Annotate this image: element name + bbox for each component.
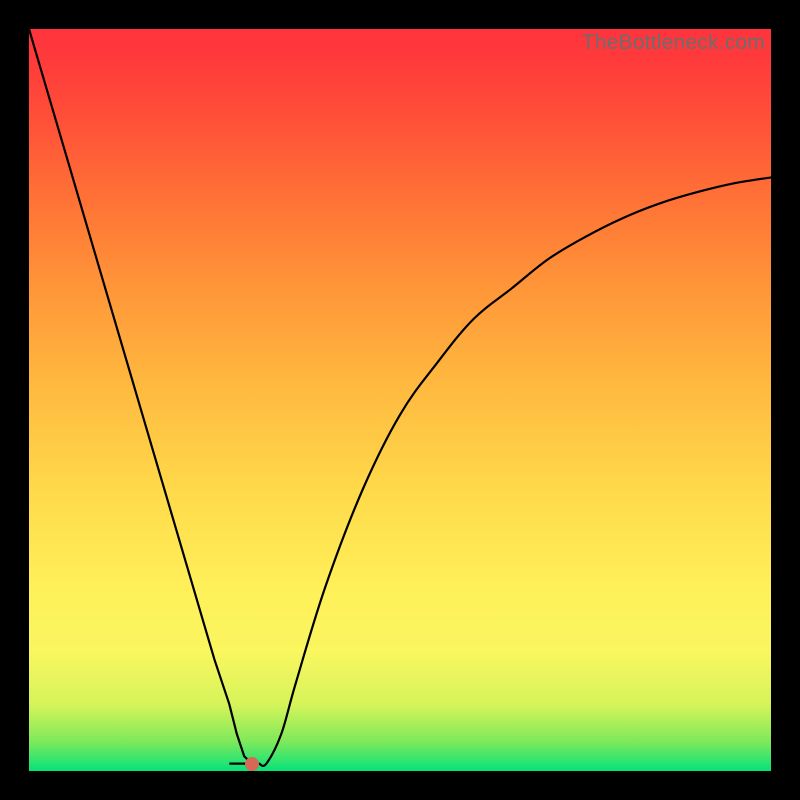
- minimum-dot: [245, 757, 259, 771]
- curve-path: [29, 29, 771, 766]
- chart-plot-area: TheBottleneck.com: [29, 29, 771, 771]
- chart-frame: TheBottleneck.com: [0, 0, 800, 800]
- watermark-text: TheBottleneck.com: [582, 31, 765, 55]
- bottleneck-curve: [29, 29, 771, 771]
